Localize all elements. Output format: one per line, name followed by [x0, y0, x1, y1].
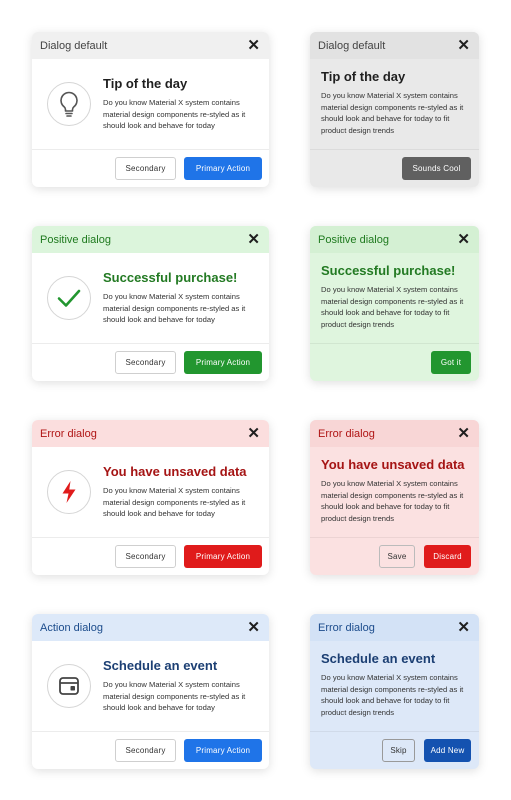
dialog-action-compact: Error dialog ✕ Schedule an event Do you …: [310, 614, 479, 769]
dialog-title: Tip of the day: [103, 76, 188, 92]
close-icon[interactable]: ✕: [247, 426, 260, 441]
dialog-body: Tip of the day Do you know Material X sy…: [310, 59, 479, 150]
dialog-body: Successful purchase! Do you know Materia…: [32, 253, 269, 344]
primary-action-button[interactable]: Primary Action: [184, 545, 262, 568]
dialog-header-title: Error dialog: [318, 427, 375, 440]
dialog-title: Schedule an event: [103, 658, 218, 674]
dialog-header-title: Error dialog: [318, 621, 375, 634]
dialog-body: You have unsaved data Do you know Materi…: [32, 447, 269, 538]
dialog-header: Positive dialog ✕: [32, 226, 269, 253]
dialog-body: Schedule an event Do you know Material X…: [310, 641, 479, 732]
dialog-header: Error dialog ✕: [310, 420, 479, 447]
lightbulb-icon: [47, 82, 91, 126]
dialog-footer: Sounds Cool: [310, 150, 479, 187]
dialog-default-compact: Dialog default ✕ Tip of the day Do you k…: [310, 32, 479, 187]
dialog-description: Do you know Material X system contains m…: [103, 486, 246, 519]
dialog-default: Dialog default ✕ Tip of the day Do you k…: [32, 32, 269, 187]
skip-button[interactable]: Skip: [382, 739, 415, 762]
dialog-header: Error dialog ✕: [32, 420, 269, 447]
dialog-positive: Positive dialog ✕ Successful purchase! D…: [32, 226, 269, 381]
dialog-title: Schedule an event: [321, 651, 436, 666]
dialog-body: Tip of the day Do you know Material X sy…: [32, 59, 269, 150]
dialog-header: Error dialog ✕: [310, 614, 479, 641]
dialog-description: Do you know Material X system contains m…: [321, 479, 464, 523]
dialog-description: Do you know Material X system contains m…: [321, 91, 464, 135]
checkmark-icon: [47, 276, 91, 320]
dialog-description: Do you know Material X system contains m…: [321, 285, 464, 329]
primary-action-button[interactable]: Primary Action: [184, 739, 262, 762]
dialog-footer: Save Discard: [310, 538, 479, 575]
dialog-description: Do you know Material X system contains m…: [103, 292, 246, 325]
secondary-button[interactable]: Secondary: [115, 545, 176, 568]
primary-action-button[interactable]: Primary Action: [184, 351, 262, 374]
close-icon[interactable]: ✕: [457, 38, 470, 53]
dialog-header-title: Action dialog: [40, 621, 103, 634]
dialog-header: Dialog default ✕: [310, 32, 479, 59]
dialog-title: You have unsaved data: [103, 464, 247, 480]
dialog-title: Successful purchase!: [321, 263, 456, 278]
dialog-body: Schedule an event Do you know Material X…: [32, 641, 269, 732]
close-icon[interactable]: ✕: [247, 38, 260, 53]
secondary-button[interactable]: Secondary: [115, 157, 176, 180]
dialog-description: Do you know Material X system contains m…: [321, 673, 464, 717]
dialog-footer: Secondary Primary Action: [32, 150, 269, 187]
discard-button[interactable]: Discard: [424, 545, 471, 568]
dialog-action: Action dialog ✕ Schedule an event Do you…: [32, 614, 269, 769]
dialog-footer: Got it: [310, 344, 479, 381]
close-icon[interactable]: ✕: [247, 232, 260, 247]
dialog-footer: Skip Add New: [310, 732, 479, 769]
primary-action-button[interactable]: Primary Action: [184, 157, 262, 180]
dialog-body: You have unsaved data Do you know Materi…: [310, 447, 479, 538]
dialog-description: Do you know Material X system contains m…: [103, 680, 246, 713]
dialog-header-title: Positive dialog: [40, 233, 111, 246]
close-icon[interactable]: ✕: [457, 232, 470, 247]
sounds-cool-button[interactable]: Sounds Cool: [402, 157, 471, 180]
save-button[interactable]: Save: [379, 545, 415, 568]
close-icon[interactable]: ✕: [247, 620, 260, 635]
dialog-header: Action dialog ✕: [32, 614, 269, 641]
dialog-error: Error dialog ✕ You have unsaved data Do …: [32, 420, 269, 575]
dialog-description: Do you know Material X system contains m…: [103, 98, 246, 131]
calendar-icon: [47, 664, 91, 708]
close-icon[interactable]: ✕: [457, 426, 470, 441]
dialog-header-title: Dialog default: [40, 39, 108, 52]
dialog-title: Tip of the day: [321, 69, 406, 84]
dialog-header-title: Positive dialog: [318, 233, 389, 246]
dialog-header: Dialog default ✕: [32, 32, 269, 59]
lightning-icon: [47, 470, 91, 514]
add-new-button[interactable]: Add New: [424, 739, 471, 762]
close-icon[interactable]: ✕: [457, 620, 470, 635]
dialog-body: Successful purchase! Do you know Materia…: [310, 253, 479, 344]
dialog-header: Positive dialog ✕: [310, 226, 479, 253]
dialog-footer: Secondary Primary Action: [32, 732, 269, 769]
secondary-button[interactable]: Secondary: [115, 351, 176, 374]
got-it-button[interactable]: Got it: [431, 351, 471, 374]
dialog-footer: Secondary Primary Action: [32, 344, 269, 381]
dialog-title: You have unsaved data: [321, 457, 465, 472]
dialog-footer: Secondary Primary Action: [32, 538, 269, 575]
dialog-header-title: Dialog default: [318, 39, 386, 52]
dialog-positive-compact: Positive dialog ✕ Successful purchase! D…: [310, 226, 479, 381]
secondary-button[interactable]: Secondary: [115, 739, 176, 762]
dialog-error-compact: Error dialog ✕ You have unsaved data Do …: [310, 420, 479, 575]
dialog-title: Successful purchase!: [103, 270, 238, 286]
dialog-header-title: Error dialog: [40, 427, 97, 440]
